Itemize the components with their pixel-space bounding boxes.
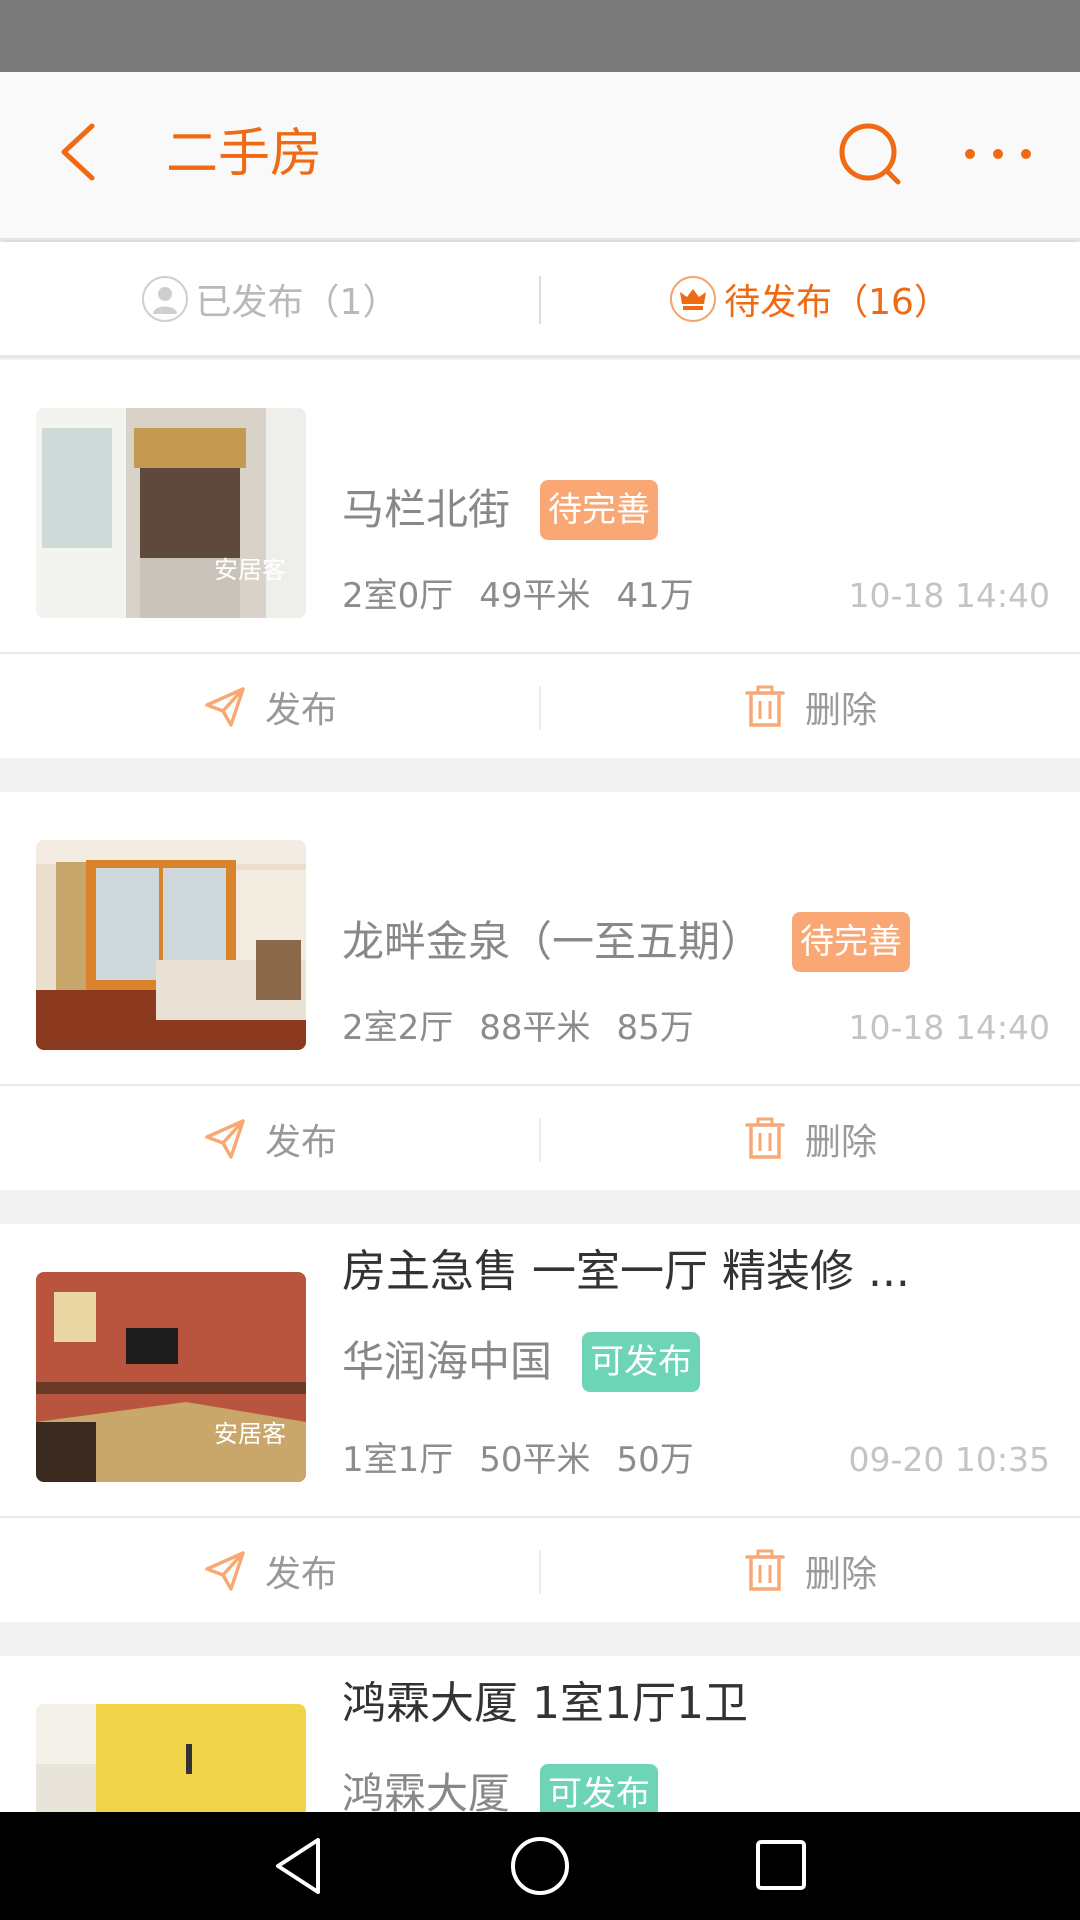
status-badge: 待完善 (792, 912, 911, 972)
tab-pending-label: 待发布（16） (724, 281, 950, 323)
listing-rooms: 2室0厅 (342, 576, 454, 616)
listing-price: 41万 (616, 576, 694, 616)
page-title: 二手房 (166, 124, 323, 184)
listing-specs: 2室0厅 49平米 41万 (342, 574, 720, 618)
status-badge: 待完善 (540, 480, 659, 540)
listing-community: 龙畔金泉（一至五期） (342, 917, 763, 966)
send-icon (205, 687, 245, 727)
listing-card[interactable]: 鸿霖大厦 1室1厅1卫 鸿霖大厦 可发布 (0, 1656, 1080, 1816)
listing-price: 85万 (616, 1008, 694, 1048)
delete-button[interactable]: 删除 (540, 656, 1080, 758)
send-icon (205, 1119, 245, 1159)
nav-home-button[interactable] (500, 1830, 580, 1902)
send-icon (205, 1551, 245, 1591)
listing-time: 10-18 14:40 (848, 1008, 1050, 1047)
publish-button[interactable]: 发布 (0, 656, 540, 758)
system-nav-bar (0, 1812, 1080, 1920)
listing-time: 10-18 14:40 (848, 576, 1050, 615)
publish-button[interactable]: 发布 (0, 1088, 540, 1190)
listing-photo (36, 840, 306, 1050)
listing-community: 马栏北街 (342, 485, 511, 534)
search-icon (839, 123, 901, 185)
recents-square-icon (756, 1840, 806, 1890)
chevron-left-icon (61, 123, 95, 181)
nav-back-button[interactable] (260, 1830, 340, 1902)
publish-label: 发布 (264, 1122, 337, 1163)
tab-published[interactable]: 已发布（1） (0, 242, 540, 355)
listing-info[interactable]: 安居客 马栏北街 待完善 2室0厅 49平米 41万 10-18 14:40 (0, 360, 1080, 654)
listing-area: 49平米 (479, 576, 591, 616)
listing-actions: 发布 删除 (0, 1088, 1080, 1190)
status-badge: 可发布 (582, 1332, 701, 1392)
trash-icon (745, 1117, 785, 1159)
status-badge: 可发布 (540, 1764, 659, 1816)
status-bar (0, 0, 1080, 72)
listing-rooms: 2室2厅 (342, 1008, 454, 1048)
trash-icon (745, 685, 785, 727)
crown-icon (670, 275, 717, 322)
tab-bar: 已发布（1） 待发布（16） (0, 242, 1080, 358)
listing-rooms: 1室1厅 (342, 1440, 454, 1480)
listing-actions: 发布 删除 (0, 1520, 1080, 1622)
app-bar: 二手房 (0, 72, 1080, 240)
search-button[interactable] (830, 114, 910, 194)
user-icon (141, 275, 188, 322)
listing-info[interactable]: 鸿霖大厦 1室1厅1卫 鸿霖大厦 可发布 (0, 1656, 1080, 1816)
listing-info[interactable]: 安居客 房主急售 一室一厅 精装修 ... 华润海中国 可发布 1室1厅 50平米… (0, 1224, 1080, 1518)
listing-name-row: 华润海中国 可发布 (342, 1332, 701, 1392)
nav-recents-button[interactable] (740, 1830, 820, 1902)
delete-label: 删除 (804, 1554, 877, 1595)
publish-label: 发布 (264, 690, 337, 731)
listing-community: 鸿霖大厦 (342, 1769, 511, 1816)
more-horizontal-icon (965, 149, 1031, 159)
listing-area: 50平米 (479, 1440, 591, 1480)
delete-label: 删除 (804, 690, 877, 731)
trash-icon (745, 1549, 785, 1591)
back-button[interactable] (40, 112, 120, 192)
listing-headline: 房主急售 一室一厅 精装修 ... (342, 1246, 910, 1297)
listing-photo: 安居客 (36, 408, 306, 618)
listing-photo (36, 1704, 306, 1816)
delete-label: 删除 (804, 1122, 877, 1163)
listing-actions: 发布 删除 (0, 656, 1080, 758)
listing-area: 88平米 (479, 1008, 591, 1048)
listing-card[interactable]: 安居客 马栏北街 待完善 2室0厅 49平米 41万 10-18 14:40 发布 (0, 360, 1080, 758)
listing-headline: 鸿霖大厦 1室1厅1卫 (342, 1678, 748, 1729)
home-circle-icon (511, 1837, 569, 1895)
tab-published-label: 已发布（1） (195, 281, 399, 323)
listing-photo: 安居客 (36, 1272, 306, 1482)
listing-time: 09-20 10:35 (848, 1440, 1050, 1479)
publish-button[interactable]: 发布 (0, 1520, 540, 1622)
listing-info[interactable]: 龙畔金泉（一至五期） 待完善 2室2厅 88平米 85万 10-18 14:40 (0, 792, 1080, 1086)
delete-button[interactable]: 删除 (540, 1520, 1080, 1622)
listing-name-row: 马栏北街 待完善 (342, 480, 659, 540)
listing-name-row: 龙畔金泉（一至五期） 待完善 (342, 912, 911, 972)
tab-pending[interactable]: 待发布（16） (540, 242, 1080, 355)
watermark-text: 安居客 (214, 1420, 286, 1448)
more-button[interactable] (958, 114, 1038, 194)
listing-card[interactable]: 龙畔金泉（一至五期） 待完善 2室2厅 88平米 85万 10-18 14:40 发… (0, 792, 1080, 1190)
listing-price: 50万 (616, 1440, 694, 1480)
listing-card[interactable]: 安居客 房主急售 一室一厅 精装修 ... 华润海中国 可发布 1室1厅 50平米… (0, 1224, 1080, 1622)
watermark-text: 安居客 (214, 556, 286, 584)
listing-name-row: 鸿霖大厦 可发布 (342, 1764, 659, 1816)
back-triangle-icon (276, 1838, 320, 1894)
publish-label: 发布 (264, 1554, 337, 1595)
listing-community: 华润海中国 (342, 1337, 553, 1386)
listing-specs: 2室2厅 88平米 85万 (342, 1006, 720, 1050)
delete-button[interactable]: 删除 (540, 1088, 1080, 1190)
listing-specs: 1室1厅 50平米 50万 (342, 1438, 720, 1482)
